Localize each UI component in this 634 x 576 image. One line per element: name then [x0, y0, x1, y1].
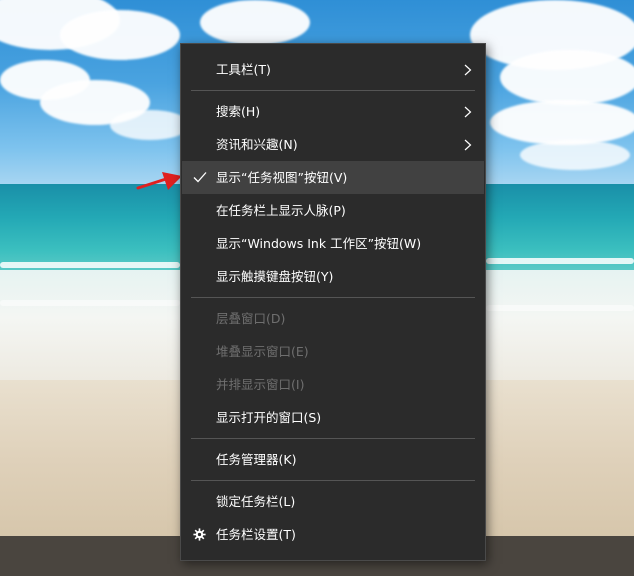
cloud: [60, 10, 180, 60]
red-arrow-icon: [136, 172, 182, 190]
gear-icon: [193, 528, 206, 541]
menu-separator: [191, 297, 475, 298]
wave-line: [0, 300, 180, 306]
menu-item-side-by-side-windows: 并排显示窗口(I): [182, 368, 484, 401]
menu-item-show-task-view-button[interactable]: 显示“任务视图”按钮(V): [182, 161, 484, 194]
wave-line: [486, 305, 634, 311]
menu-item-taskbar-settings[interactable]: 任务栏设置(T): [182, 518, 484, 551]
cloud: [200, 0, 310, 45]
menu-item-label: 搜索(H): [216, 104, 261, 119]
menu-item-news-and-interests[interactable]: 资讯和兴趣(N): [182, 128, 484, 161]
menu-item-task-manager[interactable]: 任务管理器(K): [182, 443, 484, 476]
menu-item-label: 层叠窗口(D): [216, 311, 286, 326]
cloud: [520, 140, 630, 170]
taskbar-context-menu: 工具栏(T) 搜索(H) 资讯和兴趣(N) 显示“任务视图”按钮(V) 在任务栏…: [180, 43, 486, 561]
menu-item-label: 锁定任务栏(L): [216, 494, 296, 509]
menu-item-label: 工具栏(T): [216, 62, 271, 77]
menu-item-lock-taskbar[interactable]: 锁定任务栏(L): [182, 485, 484, 518]
menu-separator: [191, 438, 475, 439]
wave-line: [486, 258, 634, 264]
menu-item-show-windows-ink-button[interactable]: 显示“Windows Ink 工作区”按钮(W): [182, 227, 484, 260]
menu-item-label: 显示打开的窗口(S): [216, 410, 322, 425]
menu-item-label: 并排显示窗口(I): [216, 377, 305, 392]
menu-item-toolbars[interactable]: 工具栏(T): [182, 53, 484, 86]
chevron-right-icon: [464, 64, 472, 76]
menu-item-cascade-windows: 层叠窗口(D): [182, 302, 484, 335]
cloud: [490, 100, 634, 145]
menu-item-label: 显示“Windows Ink 工作区”按钮(W): [216, 236, 422, 251]
menu-separator: [191, 480, 475, 481]
menu-item-label: 资讯和兴趣(N): [216, 137, 298, 152]
menu-item-label: 显示“任务视图”按钮(V): [216, 170, 348, 185]
wave-line: [0, 262, 180, 268]
menu-item-show-touch-keyboard-button[interactable]: 显示触摸键盘按钮(Y): [182, 260, 484, 293]
menu-item-stack-windows: 堆叠显示窗口(E): [182, 335, 484, 368]
cloud: [110, 110, 190, 140]
chevron-right-icon: [464, 106, 472, 118]
cloud: [500, 50, 634, 105]
menu-item-show-people[interactable]: 在任务栏上显示人脉(P): [182, 194, 484, 227]
menu-item-label: 显示触摸键盘按钮(Y): [216, 269, 334, 284]
menu-item-label: 在任务栏上显示人脉(P): [216, 203, 346, 218]
checkmark-icon: [193, 172, 207, 183]
menu-item-search[interactable]: 搜索(H): [182, 95, 484, 128]
menu-item-label: 任务栏设置(T): [216, 527, 296, 542]
menu-separator: [191, 90, 475, 91]
chevron-right-icon: [464, 139, 472, 151]
menu-item-label: 堆叠显示窗口(E): [216, 344, 309, 359]
menu-item-label: 任务管理器(K): [216, 452, 297, 467]
menu-item-show-desktop-windows[interactable]: 显示打开的窗口(S): [182, 401, 484, 434]
